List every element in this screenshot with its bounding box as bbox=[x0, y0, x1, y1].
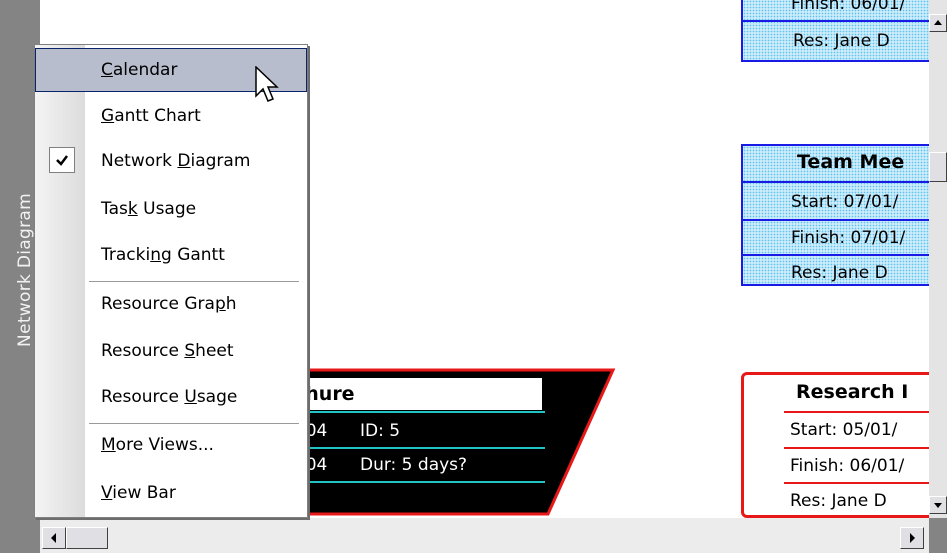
menu-item-network-diagram[interactable]: Network Diagram bbox=[35, 139, 307, 183]
menu-item-label: Gantt Chart bbox=[101, 106, 201, 126]
node-finish: Finish: 07/01/ bbox=[791, 228, 906, 248]
menu-item-label: Network Diagram bbox=[101, 151, 251, 171]
menu-item-view-bar[interactable]: View Bar bbox=[35, 471, 307, 515]
menu-item-tracking-gantt[interactable]: Tracking Gantt bbox=[35, 233, 307, 277]
views-popup-menu[interactable]: Calendar Gantt Chart Network Diagram Task U… bbox=[34, 44, 308, 518]
menu-item-label: Resource Graph bbox=[101, 294, 237, 314]
node-finish: Finish: 06/01/ bbox=[790, 456, 905, 476]
menu-item-label: Tracking Gantt bbox=[101, 245, 225, 265]
menu-item-label: View Bar bbox=[101, 483, 176, 503]
menu-item-label: Resource Sheet bbox=[101, 341, 234, 361]
arrow-up-icon bbox=[934, 20, 942, 25]
menu-item-label: Resource Usage bbox=[101, 387, 238, 407]
node-res: Res: Jane D bbox=[790, 491, 887, 511]
menu-item-label: More Views... bbox=[101, 435, 214, 455]
scroll-up-button[interactable] bbox=[929, 14, 947, 32]
horizontal-scrollbar[interactable] bbox=[40, 518, 929, 553]
arrow-left-icon bbox=[51, 533, 56, 543]
node-res: Res: Jane D bbox=[791, 263, 888, 283]
vertical-scrollbar[interactable] bbox=[929, 0, 947, 553]
view-bar-label-text: Network Diagram bbox=[15, 193, 35, 347]
menu-item-label: Task Usage bbox=[101, 199, 197, 219]
node-title: Team Mee bbox=[797, 151, 905, 173]
network-node-research[interactable]: Research I Start: 05/01/ Finish: 06/01/ … bbox=[741, 372, 941, 518]
arrow-right-icon bbox=[910, 533, 915, 543]
scroll-thumb[interactable] bbox=[929, 152, 947, 182]
menu-item-resource-sheet[interactable]: Resource Sheet bbox=[35, 329, 307, 373]
menu-item-task-usage[interactable]: Task Usage bbox=[35, 187, 307, 231]
menu-item-more-views[interactable]: More Views... bbox=[35, 423, 307, 467]
node-title: Research I bbox=[796, 381, 909, 403]
node-finish: Finish: 06/01/ bbox=[791, 0, 906, 14]
node-res: Res: Jane D bbox=[793, 31, 890, 51]
menu-separator bbox=[89, 281, 299, 282]
arrow-down-icon bbox=[934, 503, 942, 508]
network-node-team-meeting[interactable]: Team Mee Start: 07/01/ Finish: 07/01/ Re… bbox=[741, 144, 931, 286]
node-start: Start: 07/01/ bbox=[791, 192, 899, 212]
node-id: ID: 5 bbox=[360, 421, 401, 441]
menu-item-resource-usage[interactable]: Resource Usage bbox=[35, 375, 307, 419]
menu-separator bbox=[89, 423, 299, 424]
network-node-top[interactable]: Finish: 06/01/ Res: Jane D bbox=[741, 0, 931, 62]
scroll-right-button[interactable] bbox=[900, 527, 924, 549]
mouse-cursor-icon bbox=[255, 66, 279, 102]
node-duration: Dur: 5 days? bbox=[360, 455, 468, 475]
menu-item-resource-graph[interactable]: Resource Graph bbox=[35, 282, 307, 326]
node-start: Start: 05/01/ bbox=[790, 420, 898, 440]
scroll-down-button[interactable] bbox=[929, 496, 947, 514]
scroll-left-button[interactable] bbox=[42, 527, 66, 549]
menu-item-label: Calendar bbox=[101, 60, 178, 80]
checkmark-icon bbox=[49, 147, 75, 173]
scroll-thumb[interactable] bbox=[66, 527, 108, 549]
